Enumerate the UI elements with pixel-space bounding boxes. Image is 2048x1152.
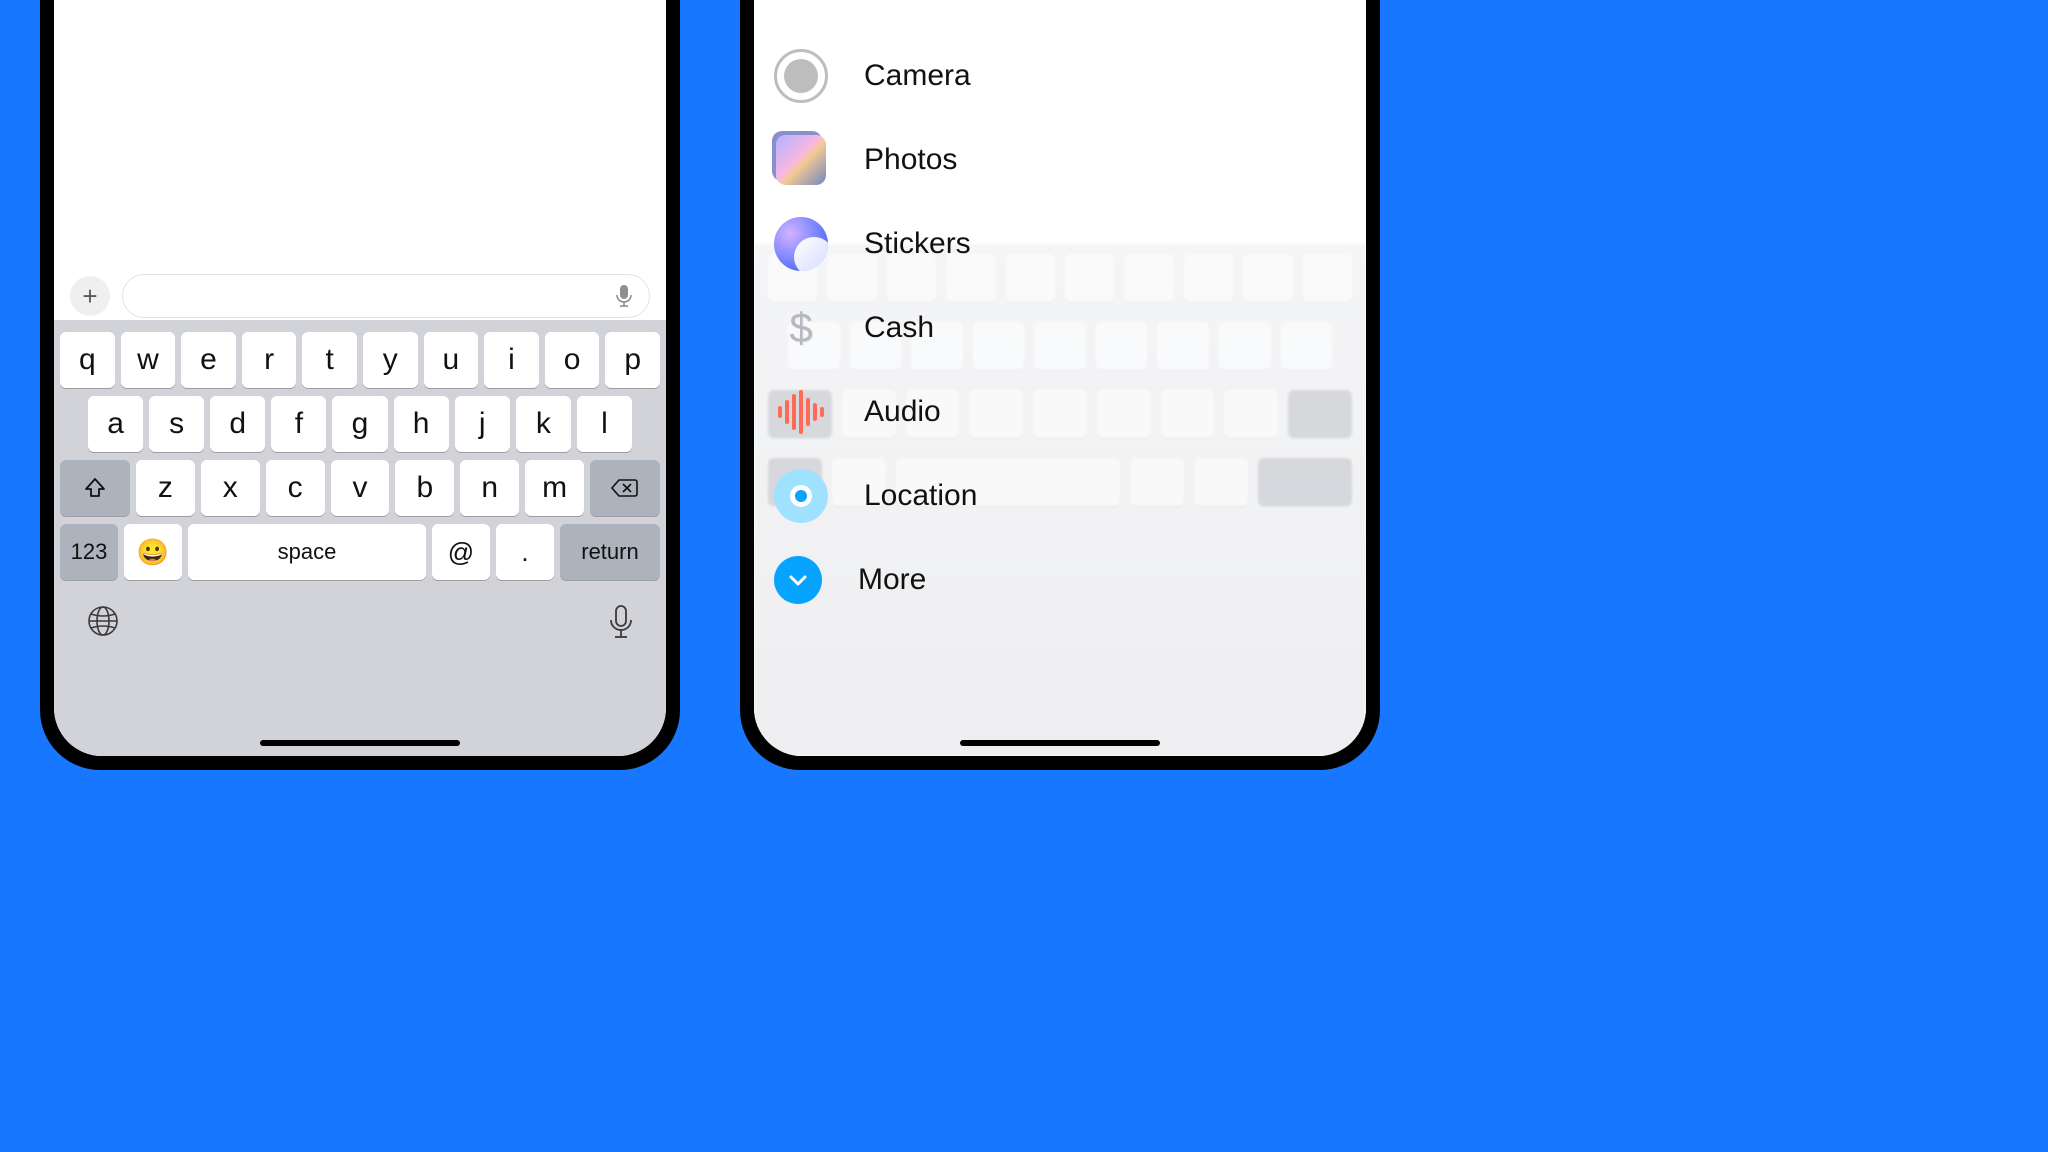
chevron-down-icon [774,556,822,604]
left-screen: + q w e r t y u i o p a [54,0,666,756]
camera-icon [774,49,828,103]
attach-plus-button[interactable]: + [70,276,110,316]
at-key[interactable]: @ [432,524,490,580]
menu-item-photos[interactable]: Photos [774,118,1366,202]
key-q[interactable]: q [60,332,115,388]
dictation-icon[interactable] [608,604,634,640]
menu-label: Camera [864,59,971,93]
microphone-icon[interactable] [615,284,633,308]
key-g[interactable]: g [332,396,387,452]
menu-item-stickers[interactable]: Stickers [774,202,1366,286]
keyboard-row-3: z x c v b n m [58,456,662,520]
emoji-key[interactable]: 😀 [124,524,182,580]
space-key[interactable]: space [188,524,426,580]
menu-label: Audio [864,395,941,429]
key-y[interactable]: y [363,332,418,388]
right-phone-mockup: Camera Photos Stickers $ Cash Audio [740,0,1380,770]
menu-label: More [858,563,926,597]
menu-item-camera[interactable]: Camera [774,34,1366,118]
key-h[interactable]: h [394,396,449,452]
message-input[interactable] [122,274,650,318]
key-f[interactable]: f [271,396,326,452]
ios-keyboard: q w e r t y u i o p a s d f g h j k l [54,320,666,756]
menu-label: Location [864,479,977,513]
key-k[interactable]: k [516,396,571,452]
plus-glyph: + [82,281,97,312]
numbers-key[interactable]: 123 [60,524,118,580]
key-e[interactable]: e [181,332,236,388]
key-o[interactable]: o [545,332,600,388]
menu-label: Stickers [864,227,971,261]
key-w[interactable]: w [121,332,176,388]
key-x[interactable]: x [201,460,260,516]
key-b[interactable]: b [395,460,454,516]
location-icon [774,469,828,523]
keyboard-row-2: a s d f g h j k l [58,392,662,456]
left-phone-mockup: + q w e r t y u i o p a [40,0,680,770]
globe-icon[interactable] [86,604,120,640]
keyboard-row-1: q w e r t y u i o p [58,328,662,392]
key-l[interactable]: l [577,396,632,452]
shift-key[interactable] [60,460,130,516]
key-j[interactable]: j [455,396,510,452]
menu-label: Cash [864,311,934,345]
menu-label: Photos [864,143,957,177]
key-a[interactable]: a [88,396,143,452]
key-u[interactable]: u [424,332,479,388]
audio-icon [774,385,828,439]
menu-item-more[interactable]: More [774,538,1366,622]
photos-icon [774,133,828,187]
stickers-icon [774,217,828,271]
cash-icon: $ [774,301,828,355]
key-v[interactable]: v [331,460,390,516]
attachment-menu: Camera Photos Stickers $ Cash Audio [754,34,1366,622]
key-t[interactable]: t [302,332,357,388]
key-d[interactable]: d [210,396,265,452]
return-key[interactable]: return [560,524,660,580]
key-c[interactable]: c [266,460,325,516]
key-p[interactable]: p [605,332,660,388]
key-i[interactable]: i [484,332,539,388]
home-indicator[interactable] [960,740,1160,746]
key-s[interactable]: s [149,396,204,452]
right-screen: Camera Photos Stickers $ Cash Audio [754,0,1366,756]
message-composer: + [54,264,666,328]
menu-item-location[interactable]: Location [774,454,1366,538]
key-m[interactable]: m [525,460,584,516]
menu-item-audio[interactable]: Audio [774,370,1366,454]
keyboard-row-4: 123 😀 space @ . return [58,520,662,584]
key-n[interactable]: n [460,460,519,516]
menu-item-cash[interactable]: $ Cash [774,286,1366,370]
dot-key[interactable]: . [496,524,554,580]
key-r[interactable]: r [242,332,297,388]
keyboard-footer [58,584,662,640]
key-z[interactable]: z [136,460,195,516]
backspace-key[interactable] [590,460,660,516]
home-indicator[interactable] [260,740,460,746]
